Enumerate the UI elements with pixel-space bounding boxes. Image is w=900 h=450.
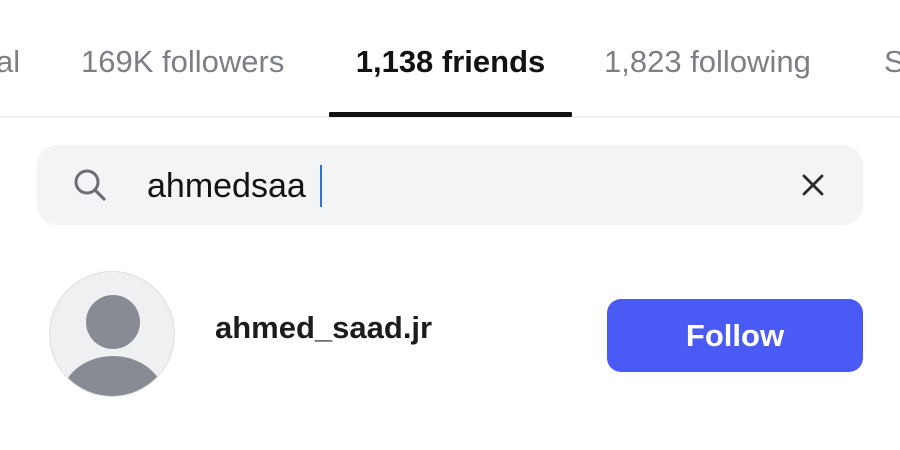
tab-label: S	[884, 44, 900, 79]
tab-following[interactable]: 1,823 following	[604, 40, 811, 118]
follow-button[interactable]: Follow	[607, 299, 863, 372]
close-icon[interactable]	[796, 168, 830, 202]
avatar[interactable]	[49, 271, 175, 397]
tab-partial-left[interactable]: al	[0, 40, 20, 118]
active-tab-indicator	[329, 112, 572, 117]
text-caret	[320, 165, 322, 207]
search-input[interactable]	[147, 160, 747, 212]
search-icon	[74, 169, 106, 201]
username[interactable]: ahmed_saad.jr	[215, 310, 432, 346]
tab-label: 1,823 following	[604, 44, 811, 79]
tab-partial-right[interactable]: S	[884, 40, 900, 118]
friends-page: al 169K followers 1,138 friends 1,823 fo…	[0, 0, 900, 450]
tab-label: al	[0, 44, 21, 79]
tab-bar: al 169K followers 1,138 friends 1,823 fo…	[0, 0, 900, 118]
list-item[interactable]: ahmed_saad.jr Follow	[0, 260, 900, 410]
tab-followers[interactable]: 169K followers	[81, 40, 284, 118]
default-avatar-icon	[61, 295, 165, 396]
tab-label: 169K followers	[81, 44, 285, 79]
tab-label: 1,138 friends	[355, 44, 546, 79]
tab-friends[interactable]: 1,138 friends	[329, 40, 572, 118]
